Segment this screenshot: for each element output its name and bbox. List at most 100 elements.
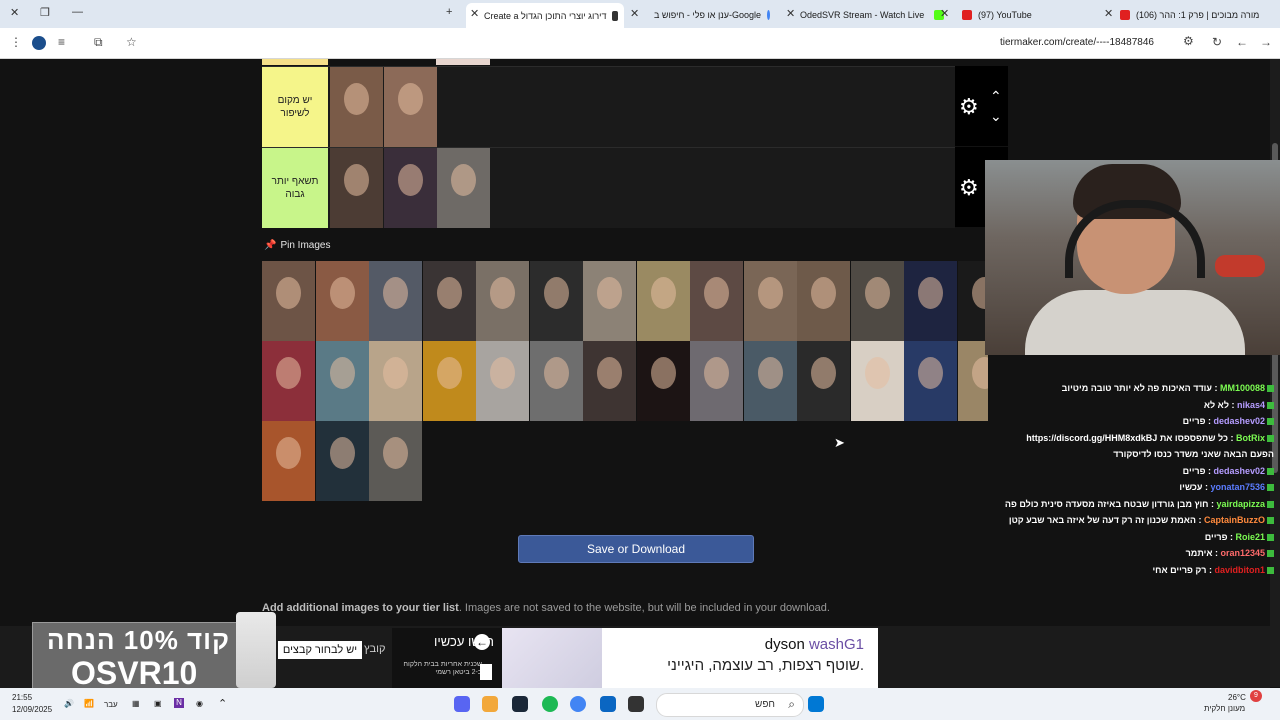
tier-label[interactable]: תשאף יותר גבוה xyxy=(262,148,328,228)
gear-icon[interactable]: ⚙ xyxy=(959,94,979,120)
pool-image[interactable] xyxy=(583,341,636,421)
windows-start-icon[interactable] xyxy=(808,696,824,712)
tier-row[interactable]: תשאף יותר גבוה xyxy=(262,147,955,228)
url-field[interactable]: tiermaker.com/create/----18487846 xyxy=(1000,37,1154,48)
close-tab-icon[interactable]: ✕ xyxy=(1104,7,1113,20)
tab-youtube[interactable]: (97) YouTube xyxy=(962,4,1112,26)
extensions-icon[interactable]: ⧉ xyxy=(94,35,103,50)
pool-image[interactable] xyxy=(315,341,369,421)
chat-username[interactable]: dedashev02 xyxy=(1213,466,1265,476)
tier-image[interactable] xyxy=(437,148,490,228)
pool-image[interactable] xyxy=(369,341,422,421)
show-hidden-icons-icon[interactable]: ⌃ xyxy=(218,697,227,710)
pool-image[interactable] xyxy=(904,261,957,341)
pool-image[interactable] xyxy=(850,341,904,421)
pool-image[interactable] xyxy=(262,421,315,501)
bookmark-star-icon[interactable]: ☆ xyxy=(126,35,137,49)
pool-image[interactable] xyxy=(262,341,315,421)
pool-image[interactable] xyxy=(797,261,850,341)
page-scrollbar[interactable] xyxy=(1270,59,1280,687)
notification-badge[interactable]: 9 xyxy=(1250,690,1262,702)
tier-settings[interactable]: ⚙ xyxy=(955,66,1008,146)
chat-username[interactable]: nikas4 xyxy=(1237,400,1265,410)
ad-cta-panel[interactable]: רכשו עכשיו ← שכנית אחריות בבית הלקוח ב-2… xyxy=(392,628,502,688)
pool-image[interactable] xyxy=(529,341,583,421)
new-tab-icon[interactable]: + xyxy=(446,6,452,18)
pool-image[interactable] xyxy=(422,261,476,341)
app-icon[interactable] xyxy=(482,696,498,712)
pool-image[interactable] xyxy=(422,341,476,421)
onenote-icon[interactable]: N xyxy=(174,698,184,708)
weather-temp[interactable]: 26°C xyxy=(1228,693,1246,702)
tab-youtube-dnd[interactable]: (106) מורה מבוכים | פרק 1: ההר xyxy=(1120,4,1268,26)
tier-label[interactable]: יש מקום לשיפור xyxy=(262,67,328,147)
pool-image[interactable] xyxy=(957,261,988,341)
chat-username[interactable]: BotRix xyxy=(1236,433,1265,443)
pool-image[interactable] xyxy=(476,341,529,421)
restore-window-icon[interactable]: ❐ xyxy=(40,6,50,19)
pool-image[interactable] xyxy=(369,261,422,341)
back-icon[interactable]: ← xyxy=(1236,35,1248,49)
tier-image[interactable] xyxy=(330,67,383,147)
pool-image[interactable] xyxy=(957,341,988,421)
tray-app-icon[interactable]: ▦ xyxy=(132,699,140,708)
pool-image[interactable] xyxy=(904,341,957,421)
weather-desc[interactable]: מעונן חלקית xyxy=(1204,704,1245,713)
clock-time[interactable]: 21:55 xyxy=(12,693,32,702)
pin-images-toggle[interactable]: 📌 Pin Images xyxy=(264,240,330,251)
tray-app-icon[interactable]: ◉ xyxy=(196,699,203,708)
discord-icon[interactable] xyxy=(454,696,470,712)
pool-image[interactable] xyxy=(690,261,743,341)
chat-username[interactable]: MM100088 xyxy=(1220,383,1265,393)
pool-image[interactable] xyxy=(743,341,797,421)
spotify-icon[interactable] xyxy=(542,696,558,712)
arrow-left-icon[interactable]: ← xyxy=(474,634,490,650)
chat-username[interactable]: yonatan7536 xyxy=(1210,482,1265,492)
steam-icon[interactable] xyxy=(512,696,528,712)
chat-username[interactable]: yairdapizza xyxy=(1216,499,1265,509)
wifi-icon[interactable]: 📶 xyxy=(84,699,94,708)
save-or-download-button[interactable]: Save or Download xyxy=(518,535,754,563)
site-settings-icon[interactable]: ⚙ xyxy=(1183,34,1194,48)
pool-image[interactable] xyxy=(743,261,797,341)
clock-date[interactable]: 12/09/2025 xyxy=(12,705,52,714)
close-tab-icon[interactable]: ✕ xyxy=(940,7,949,20)
chat-username[interactable]: Roie21 xyxy=(1235,532,1265,542)
pool-image[interactable] xyxy=(315,261,369,341)
close-tab-icon[interactable]: ✕ xyxy=(786,7,795,20)
chat-username[interactable]: oran12345 xyxy=(1220,548,1265,558)
pool-image[interactable] xyxy=(690,341,743,421)
forward-icon[interactable]: → xyxy=(1260,35,1272,49)
reload-icon[interactable]: ↻ xyxy=(1212,35,1222,49)
move-down-icon[interactable]: ⌄ xyxy=(990,108,1002,125)
chat-username[interactable]: davidbiton1 xyxy=(1214,565,1265,575)
tab-kick-stream[interactable]: OdedSVR Stream - Watch Live xyxy=(800,4,950,26)
chat-username[interactable]: CaptainBuzzO xyxy=(1204,515,1265,525)
app-icon[interactable] xyxy=(628,696,644,712)
speaker-icon[interactable]: 🔊 xyxy=(64,699,74,708)
pool-image[interactable] xyxy=(850,261,904,341)
tier-image[interactable] xyxy=(384,148,437,228)
language-indicator[interactable]: עבר xyxy=(104,700,118,709)
pool-image[interactable] xyxy=(583,261,636,341)
choose-files-button[interactable]: יש לבחור קבצים xyxy=(278,641,362,659)
tier-row[interactable]: יש מקום לשיפור xyxy=(262,66,955,147)
info-icon[interactable] xyxy=(480,664,492,680)
tier-image[interactable] xyxy=(384,67,437,147)
meta-icon[interactable] xyxy=(600,696,616,712)
gear-icon[interactable]: ⚙ xyxy=(959,175,979,201)
pool-image[interactable] xyxy=(797,341,850,421)
close-window-icon[interactable]: ✕ xyxy=(10,6,19,19)
move-up-icon[interactable]: ⌃ xyxy=(990,88,1002,105)
tab-tiermaker[interactable]: Create a דירוג יוצרי התוכן הגדול xyxy=(466,3,624,28)
pool-image[interactable] xyxy=(529,261,583,341)
chat-username[interactable]: dedashev02 xyxy=(1213,416,1265,426)
taskbar-search[interactable]: חפש ⌕ xyxy=(656,693,804,717)
pool-image[interactable] xyxy=(476,261,529,341)
tier-image[interactable] xyxy=(330,148,383,228)
downloads-icon[interactable]: ≡ xyxy=(58,35,65,49)
close-tab-icon[interactable]: ✕ xyxy=(630,7,639,20)
tab-google-search[interactable]: ענן או פלי - חיפוש ב-Google xyxy=(654,4,776,26)
menu-icon[interactable]: ⋮ xyxy=(10,35,22,49)
pool-image[interactable] xyxy=(262,261,315,341)
